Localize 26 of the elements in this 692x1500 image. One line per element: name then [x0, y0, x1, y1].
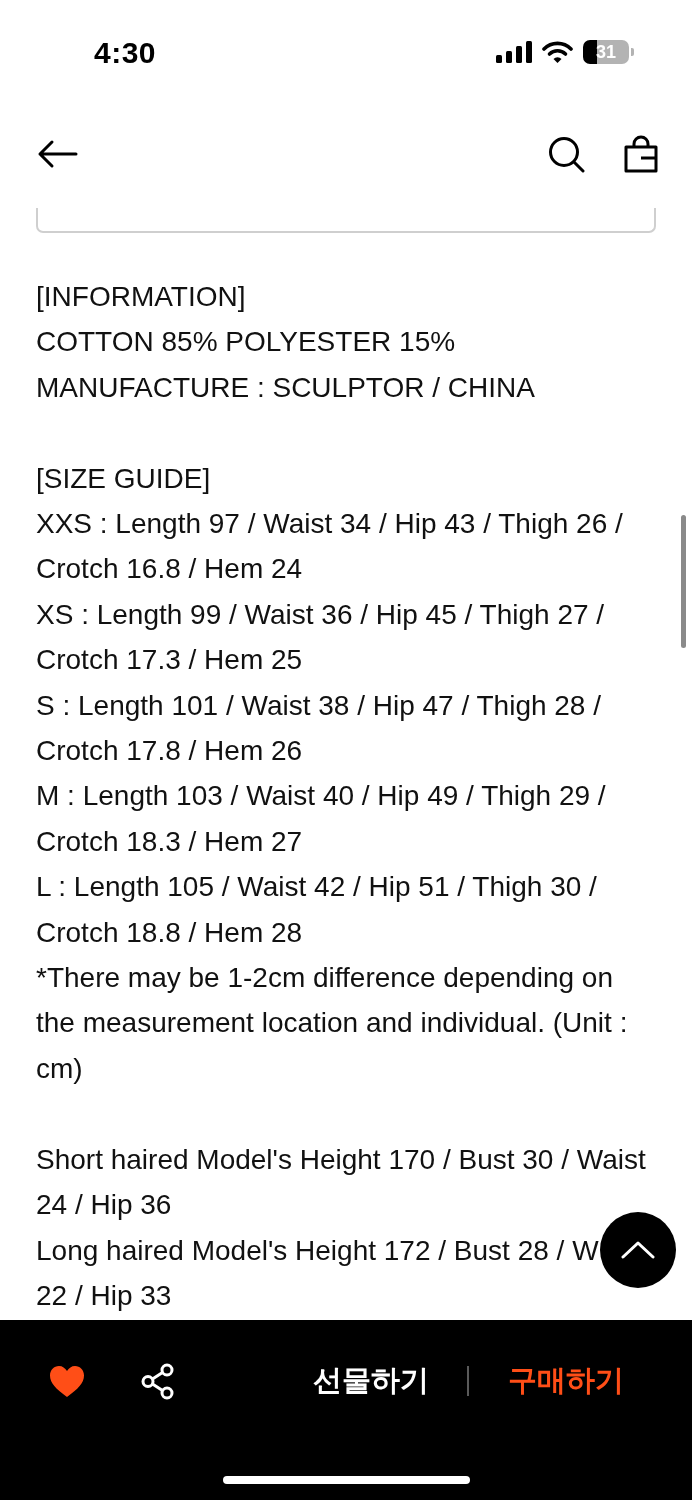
description-paragraph: COTTON 85% POLYESTER 15%	[36, 325, 456, 360]
buy-button[interactable]: 구매하기	[469, 1359, 662, 1403]
status-time: 4:30	[94, 34, 157, 71]
description-paragraph: Short haired Model's Height 170 / Bust 30 / Waist 24 / Hip 36	[36, 1142, 647, 1223]
description-paragraph: Long haired Model's Height 172 / Bust 28 / W 22 / Hip 33	[36, 1233, 599, 1313]
shopping-bag-icon	[624, 135, 658, 173]
gift-button[interactable]: 선물하기	[274, 1359, 467, 1403]
description-paragraph: M : Length 103 / Waist 40 / Hip 49 / Thigh 29 / Crotch 18.3 / Hem 27	[36, 779, 607, 859]
search-button[interactable]	[548, 135, 585, 173]
description-paragraph: [INFORMATION]	[36, 280, 246, 314]
share-icon[interactable]	[140, 1362, 175, 1400]
signal-icon	[496, 41, 532, 63]
description-paragraph: *There may be 1-2cm difference depending on the measurement location and individual. (Unit : cm)	[36, 961, 629, 1086]
description-paragraph: [SIZE GUIDE]	[36, 461, 211, 496]
description-paragraph: L : Length 105 / Waist 42 / Hip 51 / Thigh 30 / Crotch 18.8 / Hem 28	[36, 870, 598, 950]
back-arrow-icon	[36, 139, 78, 169]
description-paragraph: S : Length 101 / Waist 38 / Hip 47 / Thigh 28 / Crotch 17.8 / Hem 26	[36, 688, 602, 769]
description-paragraph: MANUFACTURE : SCULPTOR / CHINA	[36, 370, 535, 405]
chevron-up-icon	[621, 1241, 655, 1259]
search-icon	[548, 135, 585, 173]
description-paragraph: XS : Length 99 / Waist 36 / Hip 45 / Thigh 27 / Crotch 17.3 / Hem 25	[36, 597, 606, 678]
shopping-bag-button[interactable]	[624, 135, 658, 173]
description-paragraph: XXS : Length 97 / Waist 34 / Hip 43 / Thigh 26 / Crotch 16.8 / Hem 24	[36, 507, 624, 587]
heart-icon[interactable]	[48, 1363, 86, 1399]
wifi-icon	[542, 41, 573, 63]
back-button[interactable]	[36, 139, 78, 169]
